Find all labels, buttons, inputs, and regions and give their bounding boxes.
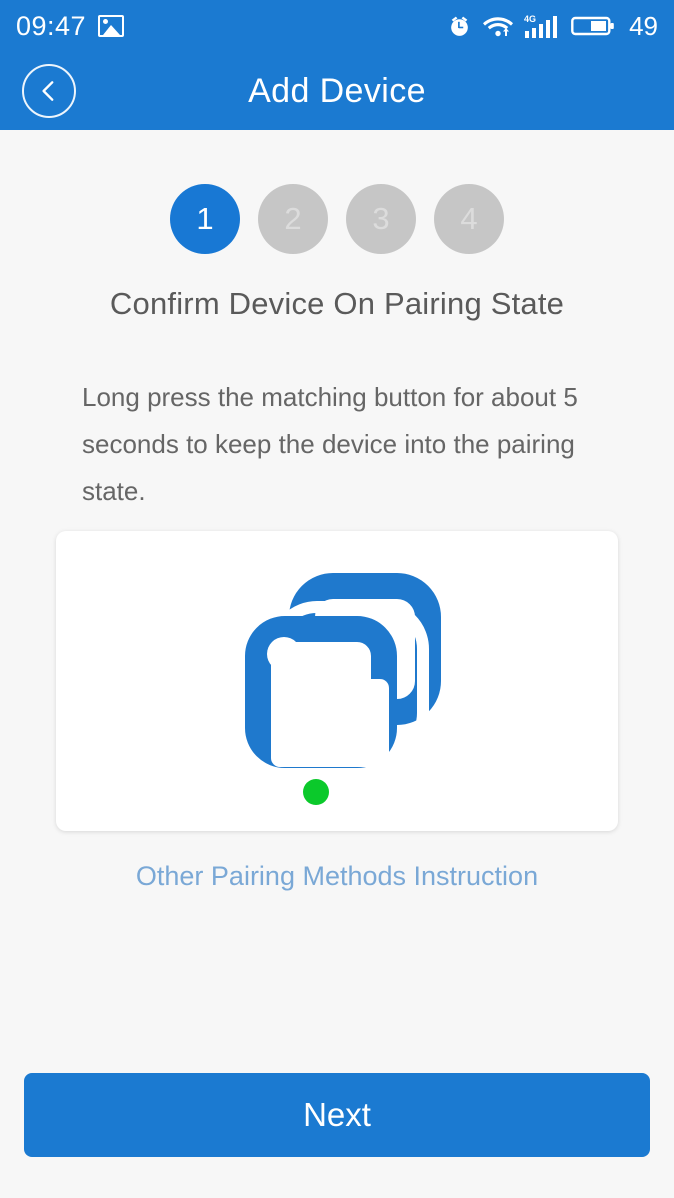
app-header: Add Device <box>0 52 674 130</box>
device-illustration-card <box>56 531 618 831</box>
status-bar-right: 4G 49 <box>447 11 658 42</box>
step-indicator-2[interactable]: 2 <box>258 184 328 254</box>
step-indicator-3[interactable]: 3 <box>346 184 416 254</box>
next-button[interactable]: Next <box>24 1073 650 1157</box>
status-bar: 09:47 4G 49 <box>0 0 674 52</box>
instruction-text: Long press the matching button for about… <box>82 382 578 506</box>
photo-icon <box>98 15 125 37</box>
chevron-left-icon <box>42 81 54 101</box>
device-pairing-icon <box>227 561 447 805</box>
step-label: 1 <box>196 201 214 236</box>
add-device-screen: 09:47 4G 49 Add Device 1 2 3 4 Confirm D… <box>0 0 674 1198</box>
pairing-status-dot <box>303 779 329 805</box>
status-bar-left: 09:47 <box>16 10 125 42</box>
device-screen <box>271 679 389 767</box>
back-button[interactable] <box>22 64 76 118</box>
device-led-icon <box>267 637 301 671</box>
step-label: 4 <box>460 201 478 236</box>
other-pairing-methods-link[interactable]: Other Pairing Methods Instruction <box>0 861 674 892</box>
wifi-icon <box>483 17 514 37</box>
page-title: Add Device <box>248 71 426 110</box>
alarm-clock-icon <box>451 16 468 36</box>
step-label: 2 <box>284 201 302 236</box>
signal-bars-icon: 4G <box>524 14 558 38</box>
step-label: 3 <box>372 201 390 236</box>
step-indicator: 1 2 3 4 <box>0 184 674 254</box>
section-title: Confirm Device On Pairing State <box>109 286 565 321</box>
step-indicator-1[interactable]: 1 <box>170 184 240 254</box>
battery-level-label: 49 <box>629 10 658 41</box>
svg-text:4G: 4G <box>524 14 536 24</box>
status-bar-clock: 09:47 <box>16 10 87 41</box>
battery-icon <box>571 16 614 36</box>
step-indicator-4[interactable]: 4 <box>434 184 504 254</box>
